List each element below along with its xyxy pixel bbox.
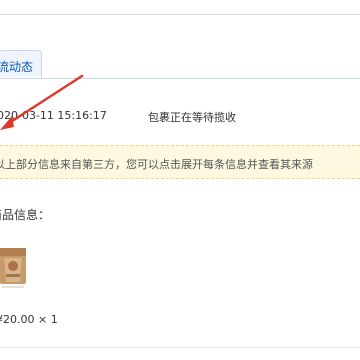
logistics-entry-message: 包裹正在等待揽收	[148, 111, 236, 124]
logistics-entry-time: 2020-03-11 15:16:17	[0, 109, 107, 122]
tab-logistics-label: 物流动态	[0, 60, 34, 74]
panel-top-border	[0, 14, 360, 15]
product-thumbnail-icon[interactable]	[0, 244, 28, 294]
product-section-label: 商品信息：	[0, 208, 51, 222]
third-party-notice-text: 以上部分信息来自第三方，您可以点击展开每条信息并查看其来源	[0, 158, 313, 171]
panel-bottom-border	[0, 347, 360, 348]
tab-bar: 物流动态	[0, 50, 360, 79]
tab-logistics[interactable]: 物流动态	[0, 50, 42, 78]
product-price-quantity: ¥20.00 × 1	[0, 313, 58, 326]
third-party-notice: 以上部分信息来自第三方，您可以点击展开每条信息并查看其来源	[0, 145, 360, 179]
